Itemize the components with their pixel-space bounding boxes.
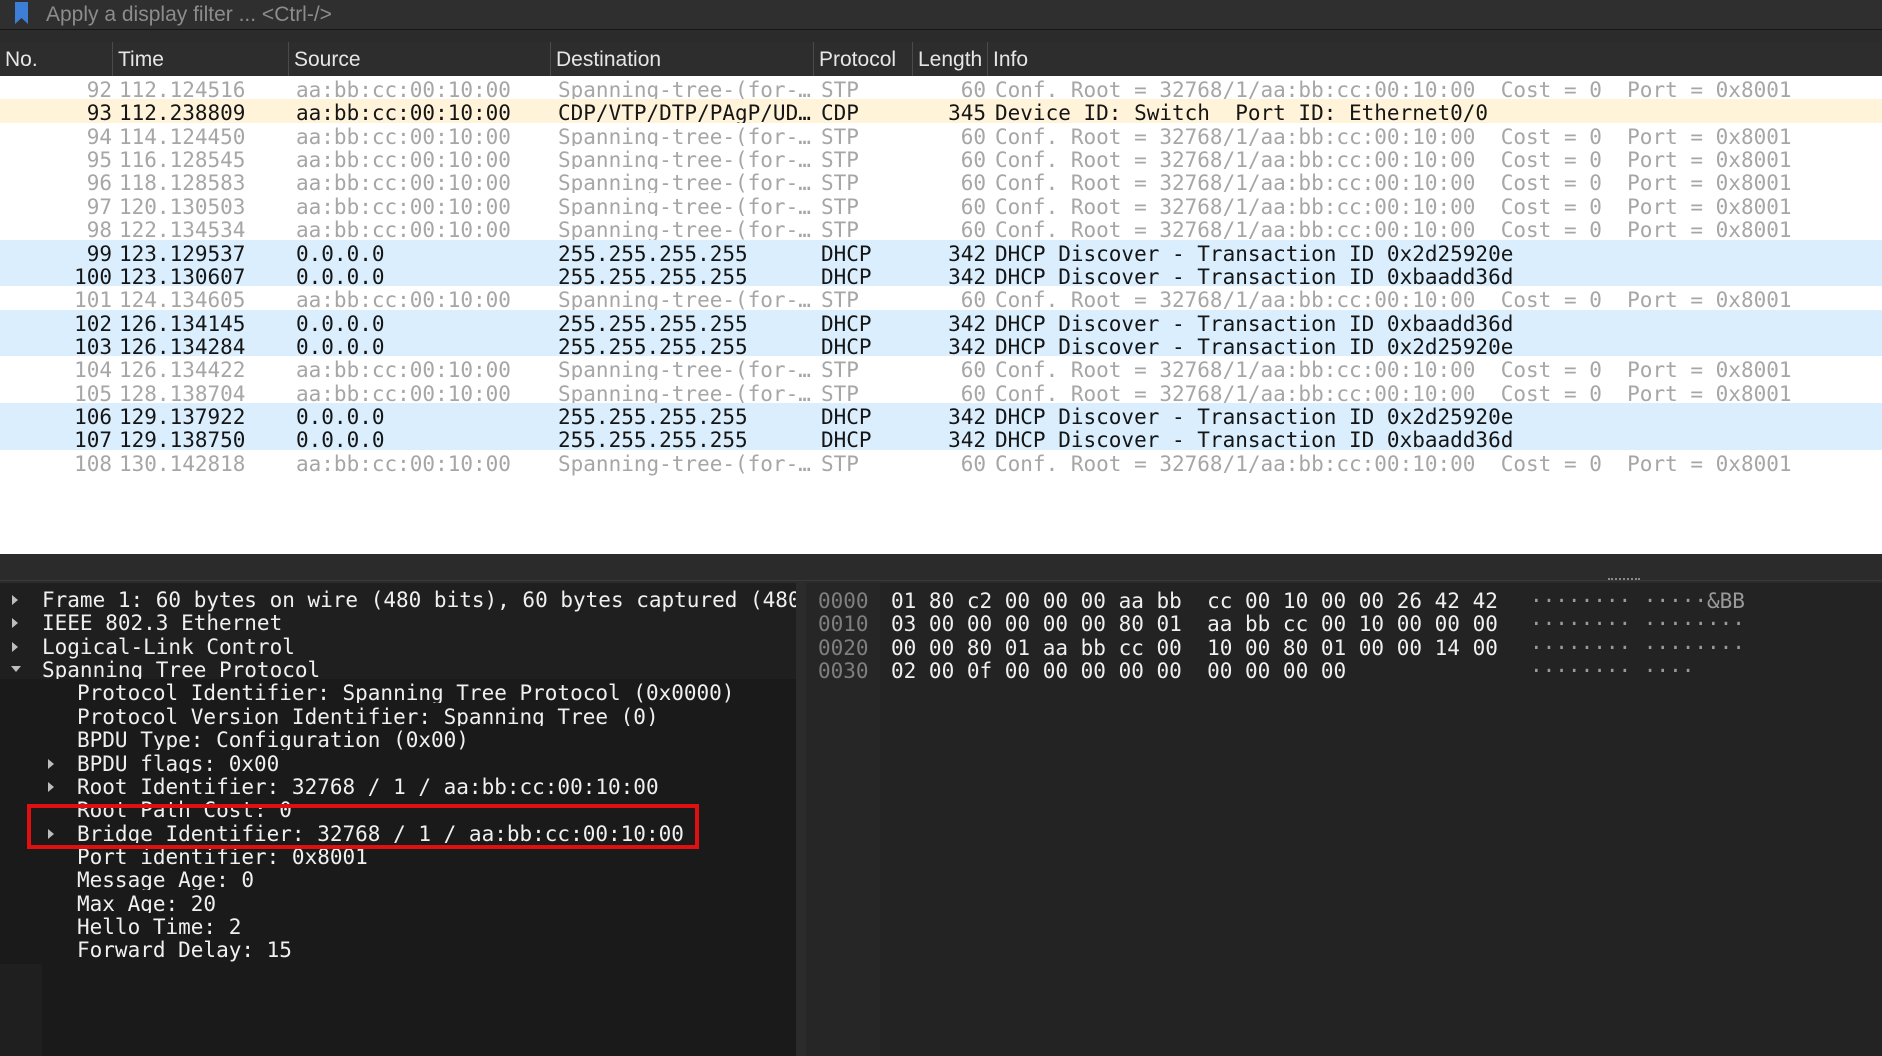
- cell-length: 60: [960, 451, 986, 476]
- packet-row[interactable]: 108 130.142818 aa:bb:cc:00:10:00 Spanning-t…: [0, 449, 1882, 478]
- splitter-line: [0, 580, 1882, 581]
- packet-details-pane: Frame 1: 60 bytes on wire (480 bits), 60…: [0, 583, 796, 1056]
- packet-list-body: 92 112.124516 aa:bb:cc:00:10:00 Spanning-tr…: [0, 76, 1882, 554]
- column-header-destination[interactable]: Destination: [551, 42, 814, 76]
- cell-destination: Spanning-tree-(for-…: [558, 451, 811, 476]
- column-header-no[interactable]: No.: [0, 42, 113, 76]
- packet-list: No. Time Source Destination Protocol Len…: [0, 42, 1882, 554]
- display-filter-input[interactable]: [40, 0, 1870, 30]
- packet-list-header: No. Time Source Destination Protocol Len…: [0, 42, 1882, 77]
- hex-bytes[interactable]: 02 00 0f 00 00 00 00 00 00 00 00 00: [891, 657, 1346, 685]
- column-header-source[interactable]: Source: [289, 42, 551, 76]
- pane-splitter[interactable]: [0, 554, 1882, 583]
- bookmark-icon[interactable]: [13, 1, 30, 25]
- tree-item-label: Forward Delay: 15: [77, 938, 292, 963]
- column-header-length[interactable]: Length: [913, 42, 988, 76]
- cell-time: 130.142818: [119, 451, 246, 476]
- cell-source: aa:bb:cc:00:10:00: [296, 451, 511, 476]
- column-header-time[interactable]: Time: [113, 42, 289, 76]
- hex-pane-splitter[interactable]: [796, 583, 806, 1056]
- column-header-protocol[interactable]: Protocol: [814, 42, 913, 76]
- hex-ascii[interactable]: ········ ····: [1530, 657, 1694, 685]
- cell-no: 108: [74, 451, 112, 476]
- hex-offset[interactable]: 0030: [818, 657, 869, 685]
- cell-info: Conf. Root = 32768/1/aa:bb:cc:00:10:00 C…: [995, 451, 1792, 476]
- display-filter-bar: [0, 0, 1882, 30]
- tree-item[interactable]: Forward Delay: 15: [0, 936, 796, 965]
- cell-protocol: STP: [821, 451, 859, 476]
- column-header-info[interactable]: Info: [988, 42, 1882, 76]
